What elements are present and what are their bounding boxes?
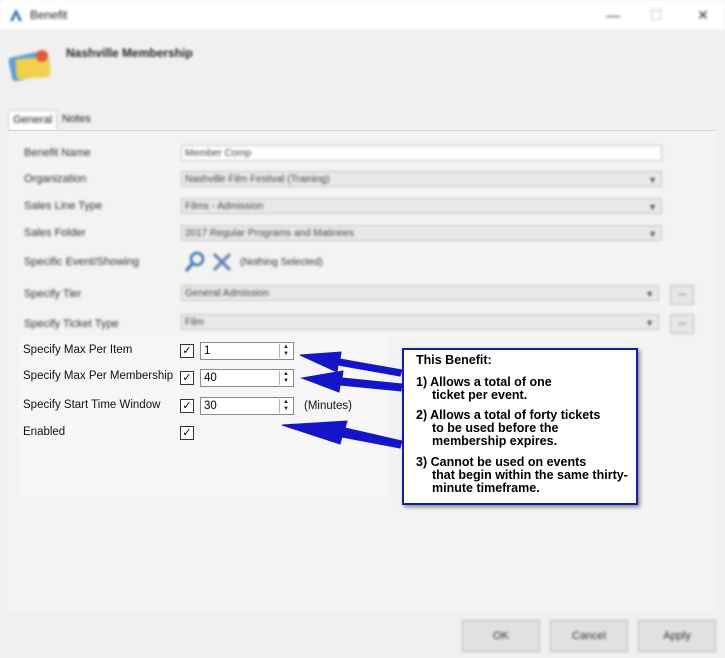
callout-item-continuation: that begin within the same thirty-minute…: [432, 468, 628, 495]
cancel-button[interactable]: Cancel: [550, 620, 628, 652]
ok-button[interactable]: OK: [462, 620, 540, 652]
callout-item-number: 1): [416, 375, 428, 389]
callout-item-text: Allows a total of one: [430, 375, 552, 389]
callout-item-1: 1) Allows a total of one ticket per even…: [416, 376, 636, 402]
callout-item-continuation: to be used before the membership expires…: [432, 421, 559, 448]
callout-title: This Benefit:: [416, 353, 492, 367]
annotation-arrows: [281, 351, 403, 449]
callout-item-3: 3) Cannot be used on events that begin w…: [416, 456, 636, 495]
callout-item-2: 2) Allows a total of forty tickets to be…: [416, 409, 636, 448]
callout-item-number: 3): [416, 455, 428, 469]
callout-item-continuation: ticket per event.: [432, 388, 528, 402]
callout-item-number: 2): [416, 408, 428, 422]
apply-button[interactable]: Apply: [638, 620, 716, 652]
arrow-to-max-per-item: [299, 351, 403, 377]
benefit-explanation-callout: This Benefit: 1) Allows a total of one t…: [402, 348, 638, 505]
arrow-to-start-time-window: [281, 420, 403, 449]
callout-item-text: Allows a total of forty tickets: [430, 408, 601, 422]
callout-item-text: Cannot be used on events: [430, 455, 587, 469]
